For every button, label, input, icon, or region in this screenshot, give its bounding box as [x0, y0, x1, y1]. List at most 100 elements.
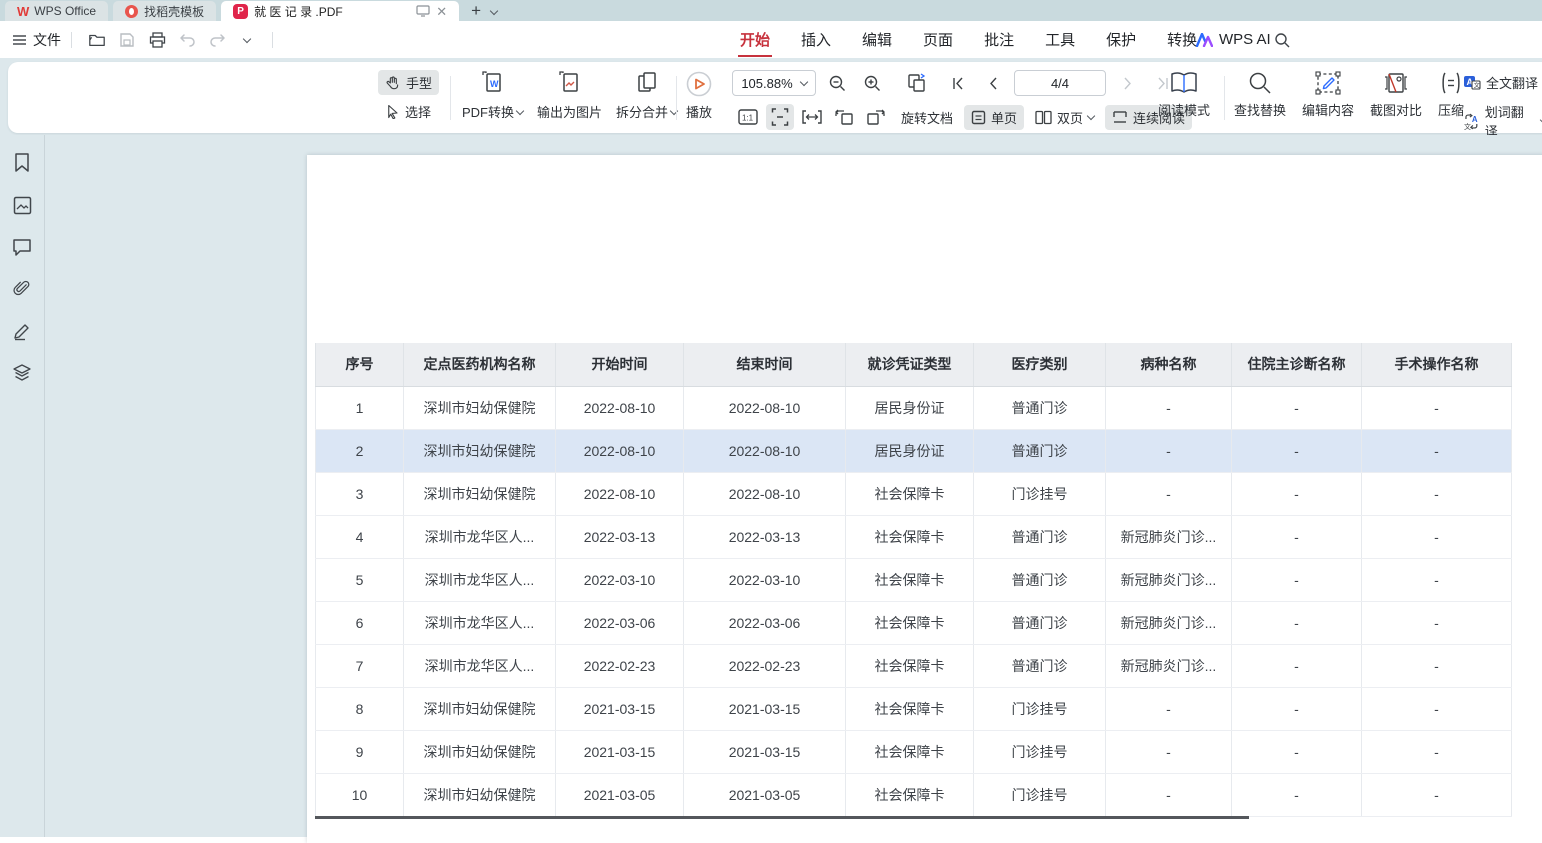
- layers-icon[interactable]: [10, 361, 34, 385]
- table-cell: 深圳市妇幼保健院: [404, 386, 556, 429]
- pdf-file-icon: P: [233, 4, 248, 19]
- tab-list-chevron-icon[interactable]: [491, 3, 497, 21]
- table-cell: 深圳市妇幼保健院: [404, 687, 556, 730]
- bookmark-icon[interactable]: [10, 151, 34, 175]
- redo-icon[interactable]: [202, 27, 232, 53]
- zoom-in-icon[interactable]: [858, 70, 886, 96]
- table-cell: 2021-03-15: [556, 730, 684, 773]
- table-cell: 9: [316, 730, 404, 773]
- table-cell: -: [1232, 730, 1362, 773]
- table-cell: 2022-02-23: [684, 644, 846, 687]
- table-cell: 普通门诊: [974, 515, 1106, 558]
- pdf-convert-button[interactable]: W PDF转换: [458, 69, 527, 123]
- menu-tab[interactable]: 页面: [921, 23, 955, 56]
- file-menu-button[interactable]: 文件: [12, 30, 61, 50]
- screenshot-compare-button[interactable]: 截图对比: [1366, 69, 1426, 121]
- play-button[interactable]: 播放: [682, 69, 716, 123]
- table-cell: -: [1106, 429, 1232, 472]
- table-cell: 社会保障卡: [846, 644, 974, 687]
- hamburger-icon: [12, 34, 27, 46]
- tab-document-pdf[interactable]: P 就 医 记 录 .PDF ✕: [221, 1, 459, 21]
- zoom-out-icon[interactable]: [823, 70, 851, 96]
- menu-tab[interactable]: 转换: [1165, 23, 1199, 56]
- hand-tool-button[interactable]: 手型: [378, 70, 439, 95]
- table-row: 6深圳市龙华区人...2022-03-062022-03-06社会保障卡普通门诊…: [316, 601, 1512, 644]
- table-cell: 2022-08-10: [556, 472, 684, 515]
- rotate-right-icon[interactable]: [862, 104, 890, 130]
- read-mode-button[interactable]: 阅读模式: [1154, 69, 1214, 121]
- menu-tab[interactable]: 保护: [1104, 23, 1138, 56]
- tab-wps-home[interactable]: W WPS Office: [5, 1, 108, 21]
- page-number-input[interactable]: 4/4: [1014, 70, 1106, 96]
- pdf-convert-label: PDF转换: [462, 102, 514, 121]
- export-image-button[interactable]: 输出为图片: [533, 69, 606, 123]
- save-icon[interactable]: [112, 27, 142, 53]
- menu-tab[interactable]: 开始: [738, 23, 772, 56]
- open-file-icon[interactable]: [82, 27, 112, 53]
- thumbnail-panel-icon[interactable]: [10, 193, 34, 217]
- pdf-page: 序号定点医药机构名称开始时间结束时间就诊凭证类型医疗类别病种名称住院主诊断名称手…: [307, 155, 1542, 843]
- comment-panel-icon[interactable]: [10, 235, 34, 259]
- table-cell: -: [1232, 558, 1362, 601]
- table-cell: 深圳市妇幼保健院: [404, 773, 556, 816]
- undo-icon[interactable]: [172, 27, 202, 53]
- table-cell: 门诊挂号: [974, 730, 1106, 773]
- table-cell: -: [1106, 472, 1232, 515]
- menu-tab[interactable]: 批注: [982, 23, 1016, 56]
- pdf-convert-icon: W: [481, 71, 505, 97]
- first-page-icon[interactable]: [944, 70, 972, 96]
- table-cell: 6: [316, 601, 404, 644]
- actual-size-icon[interactable]: 1:1: [734, 104, 762, 130]
- more-actions-chevron-icon[interactable]: [232, 27, 262, 53]
- table-cell: -: [1362, 515, 1512, 558]
- split-merge-button[interactable]: 拆分合并: [612, 69, 681, 123]
- table-cell: -: [1362, 429, 1512, 472]
- zoom-level-select[interactable]: 105.88%: [732, 70, 816, 96]
- table-cell: 社会保障卡: [846, 773, 974, 816]
- attachment-icon[interactable]: [10, 277, 34, 301]
- table-cell: 4: [316, 515, 404, 558]
- column-header: 手术操作名称: [1362, 343, 1512, 386]
- column-header: 开始时间: [556, 343, 684, 386]
- rotate-document-button[interactable]: 旋转文档: [894, 105, 960, 130]
- table-cell: 2022-08-10: [684, 472, 846, 515]
- svg-text:文: 文: [1474, 81, 1480, 89]
- table-cell: 门诊挂号: [974, 687, 1106, 730]
- chevron-down-icon: [1087, 112, 1095, 120]
- export-image-label: 输出为图片: [537, 102, 602, 121]
- select-tool-button[interactable]: 选择: [378, 99, 439, 124]
- print-icon[interactable]: [142, 27, 172, 53]
- screenshot-compare-label: 截图对比: [1370, 100, 1422, 119]
- present-monitor-icon[interactable]: [416, 5, 430, 17]
- table-cell: 社会保障卡: [846, 515, 974, 558]
- ribbon-search-icon[interactable]: [1268, 26, 1296, 54]
- fit-page-icon[interactable]: [766, 104, 794, 130]
- table-cell: 1: [316, 386, 404, 429]
- previous-page-icon[interactable]: [979, 70, 1007, 96]
- next-page-icon[interactable]: [1113, 70, 1141, 96]
- toolbar-area: 手型 选择 W PDF转换 输出为图片 拆分合并: [0, 58, 1542, 135]
- double-page-button[interactable]: 双页: [1028, 105, 1101, 130]
- wps-ai-label: WPS AI: [1219, 31, 1271, 48]
- wps-ai-button[interactable]: WPS AI: [1196, 21, 1271, 58]
- edit-content-button[interactable]: 编辑内容: [1298, 69, 1358, 121]
- menu-tab[interactable]: 编辑: [860, 23, 894, 56]
- rotate-left-icon[interactable]: [830, 104, 858, 130]
- close-tab-icon[interactable]: ✕: [436, 5, 447, 18]
- table-cell: -: [1232, 472, 1362, 515]
- single-page-button[interactable]: 单页: [964, 105, 1024, 130]
- menu-tab[interactable]: 插入: [799, 23, 833, 56]
- full-text-translate-button[interactable]: A文 全文翻译: [1456, 70, 1542, 95]
- find-replace-button[interactable]: 查找替换: [1230, 69, 1290, 121]
- signature-icon[interactable]: [10, 319, 34, 343]
- menu-tab[interactable]: 工具: [1043, 23, 1077, 56]
- hand-tool-label: 手型: [406, 73, 432, 92]
- fit-width-icon[interactable]: [798, 104, 826, 130]
- new-tab-icon[interactable]: +: [471, 1, 481, 21]
- table-cell: 2022-03-13: [556, 515, 684, 558]
- tab-docer-templates[interactable]: 找稻壳模板: [113, 1, 216, 21]
- table-cell: 新冠肺炎门诊...: [1106, 601, 1232, 644]
- replace-pages-icon[interactable]: [903, 70, 931, 96]
- medical-records-table: 序号定点医药机构名称开始时间结束时间就诊凭证类型医疗类别病种名称住院主诊断名称手…: [315, 343, 1512, 817]
- column-header: 医疗类别: [974, 343, 1106, 386]
